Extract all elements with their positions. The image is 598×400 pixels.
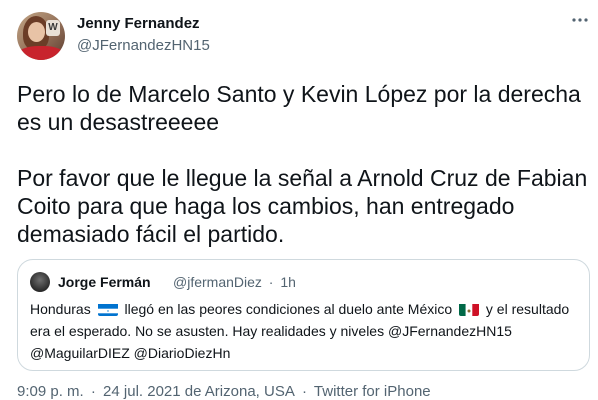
quoted-text-part-2: llegó en las peores condiciones al duelo… [124, 301, 453, 317]
quoted-avatar[interactable] [30, 272, 50, 292]
tweet-footer: 9:09 p. m. · 24 jul. 2021 de Arizona, US… [17, 383, 434, 400]
quoted-meta: @jfermanDiez · 1h [173, 274, 299, 290]
footer-separator-2: · [302, 383, 308, 400]
avatar-dress [17, 46, 65, 60]
quoted-text: Honduras llegó en las peores condiciones… [30, 298, 578, 364]
display-name[interactable]: Jenny Fernandez [77, 15, 200, 32]
quoted-display-name: Jorge Fermán [58, 274, 151, 290]
tweet-text-paragraph-2: Por favor que le llegue la señal a Arnol… [17, 165, 588, 247]
tweet-timestamp[interactable]: 9:09 p. m. [17, 383, 84, 400]
mexico-flag-icon [459, 302, 480, 316]
tweet-source[interactable]: Twitter for iPhone [314, 383, 431, 400]
user-handle[interactable]: @JFernandezHN15 [77, 37, 210, 54]
tweet-text-paragraph-1: Pero lo de Marcelo Santo y Kevin López p… [17, 81, 581, 135]
quoted-text-part-1: Honduras [30, 301, 91, 317]
avatar[interactable]: W [17, 12, 65, 60]
footer-separator: · [90, 383, 96, 400]
quoted-time[interactable]: 1h [280, 274, 296, 290]
avatar-face [28, 22, 45, 42]
quoted-handle: @jfermanDiez [173, 274, 262, 290]
tweet-date[interactable]: 24 jul. 2021 de Arizona, USA [103, 383, 295, 400]
honduras-flag-icon [97, 302, 118, 316]
quoted-tweet[interactable]: Jorge Fermán @jfermanDiez · 1h Honduras … [17, 259, 590, 371]
more-dots-svg [572, 18, 588, 22]
quoted-separator: · [268, 274, 274, 290]
more-horizontal-icon[interactable] [566, 10, 594, 34]
avatar-logo-icon: W [46, 20, 60, 36]
